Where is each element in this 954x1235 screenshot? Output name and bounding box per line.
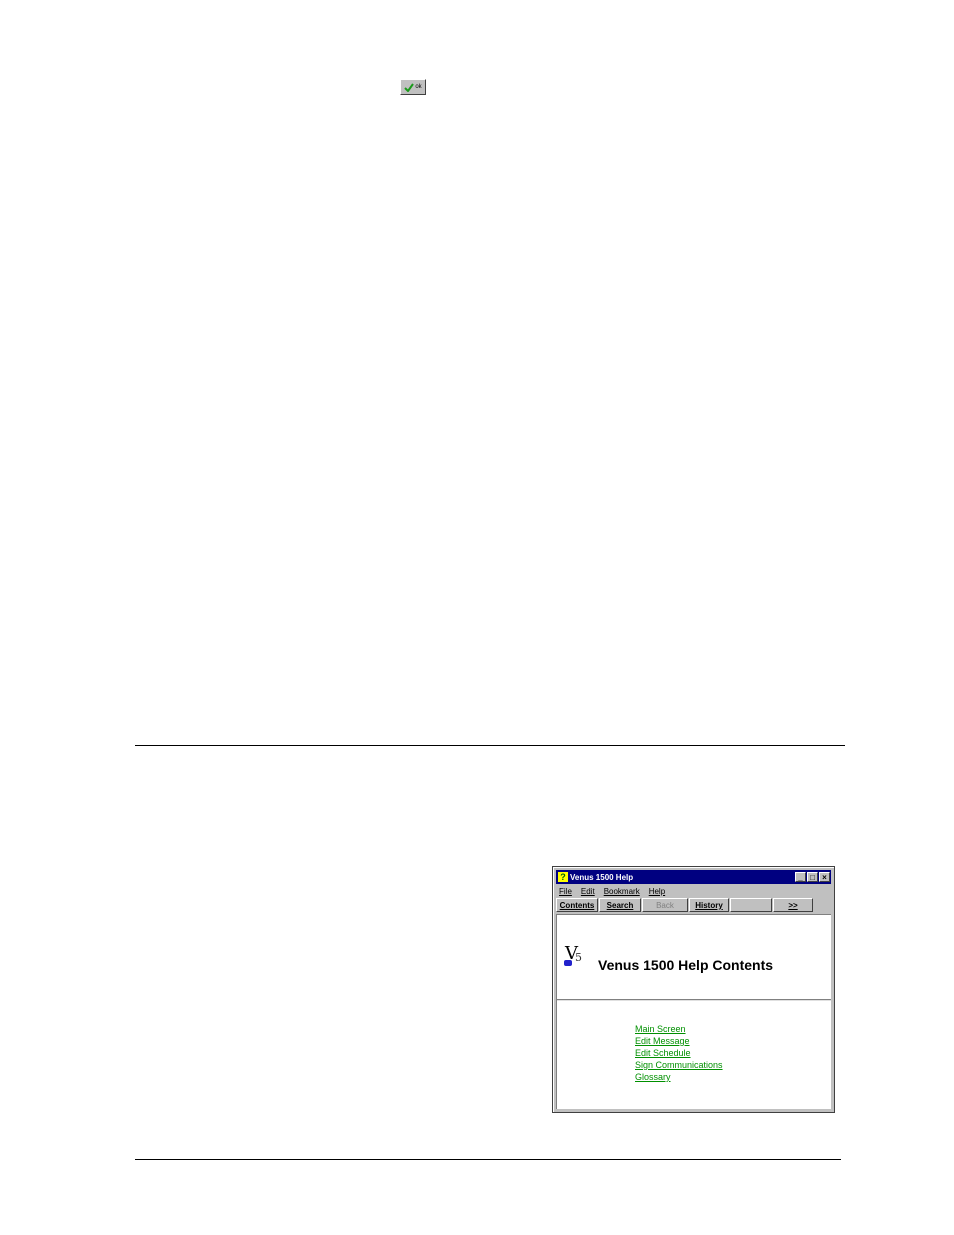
minimize-button[interactable]: _ <box>795 872 806 882</box>
menu-help[interactable]: Help <box>649 887 665 896</box>
help-topic-list: Main Screen Edit Message Edit Schedule S… <box>635 1023 723 1083</box>
section-divider-bottom <box>135 1159 841 1160</box>
topic-link-glossary[interactable]: Glossary <box>635 1071 723 1083</box>
menu-bookmark[interactable]: Bookmark <box>604 887 640 896</box>
ok-button[interactable]: ok <box>400 79 426 95</box>
help-window-titlebar: ? Venus 1500 Help _ □ × <box>556 870 831 884</box>
topic-link-edit-message[interactable]: Edit Message <box>635 1035 723 1047</box>
menu-edit[interactable]: Edit <box>581 887 595 896</box>
help-contents-heading: Venus 1500 Help Contents <box>598 957 774 973</box>
topic-link-edit-schedule[interactable]: Edit Schedule <box>635 1047 723 1059</box>
help-menubar: File Edit Bookmark Help <box>559 885 828 897</box>
menu-file[interactable]: File <box>559 887 572 896</box>
close-button[interactable]: × <box>819 872 830 882</box>
help-window-screenshot: ? Venus 1500 Help _ □ × File Edit Bookma… <box>552 866 835 1113</box>
ok-button-label: ok <box>415 84 422 90</box>
history-button[interactable]: History <box>689 898 729 912</box>
checkmark-icon <box>404 82 415 92</box>
contents-button[interactable]: Contents <box>556 898 598 912</box>
content-divider <box>557 999 831 1000</box>
help-toolbar: Contents Search Back History >> <box>556 898 831 913</box>
venus-logo-icon: V 5 <box>564 943 582 966</box>
help-question-icon: ? <box>558 872 568 882</box>
window-controls: _ □ × <box>795 872 830 882</box>
next-topic-button[interactable]: >> <box>773 898 813 912</box>
maximize-button[interactable]: □ <box>807 872 818 882</box>
topic-link-sign-communications[interactable]: Sign Communications <box>635 1059 723 1071</box>
back-button[interactable]: Back <box>642 898 688 912</box>
topic-link-main-screen[interactable]: Main Screen <box>635 1023 723 1035</box>
section-divider-top <box>135 745 845 746</box>
help-window-title: Venus 1500 Help <box>570 872 634 882</box>
help-content-area: V 5 Venus 1500 Help Contents Main Screen… <box>556 914 831 1109</box>
previous-topic-button[interactable] <box>730 898 772 912</box>
search-button[interactable]: Search <box>599 898 641 912</box>
